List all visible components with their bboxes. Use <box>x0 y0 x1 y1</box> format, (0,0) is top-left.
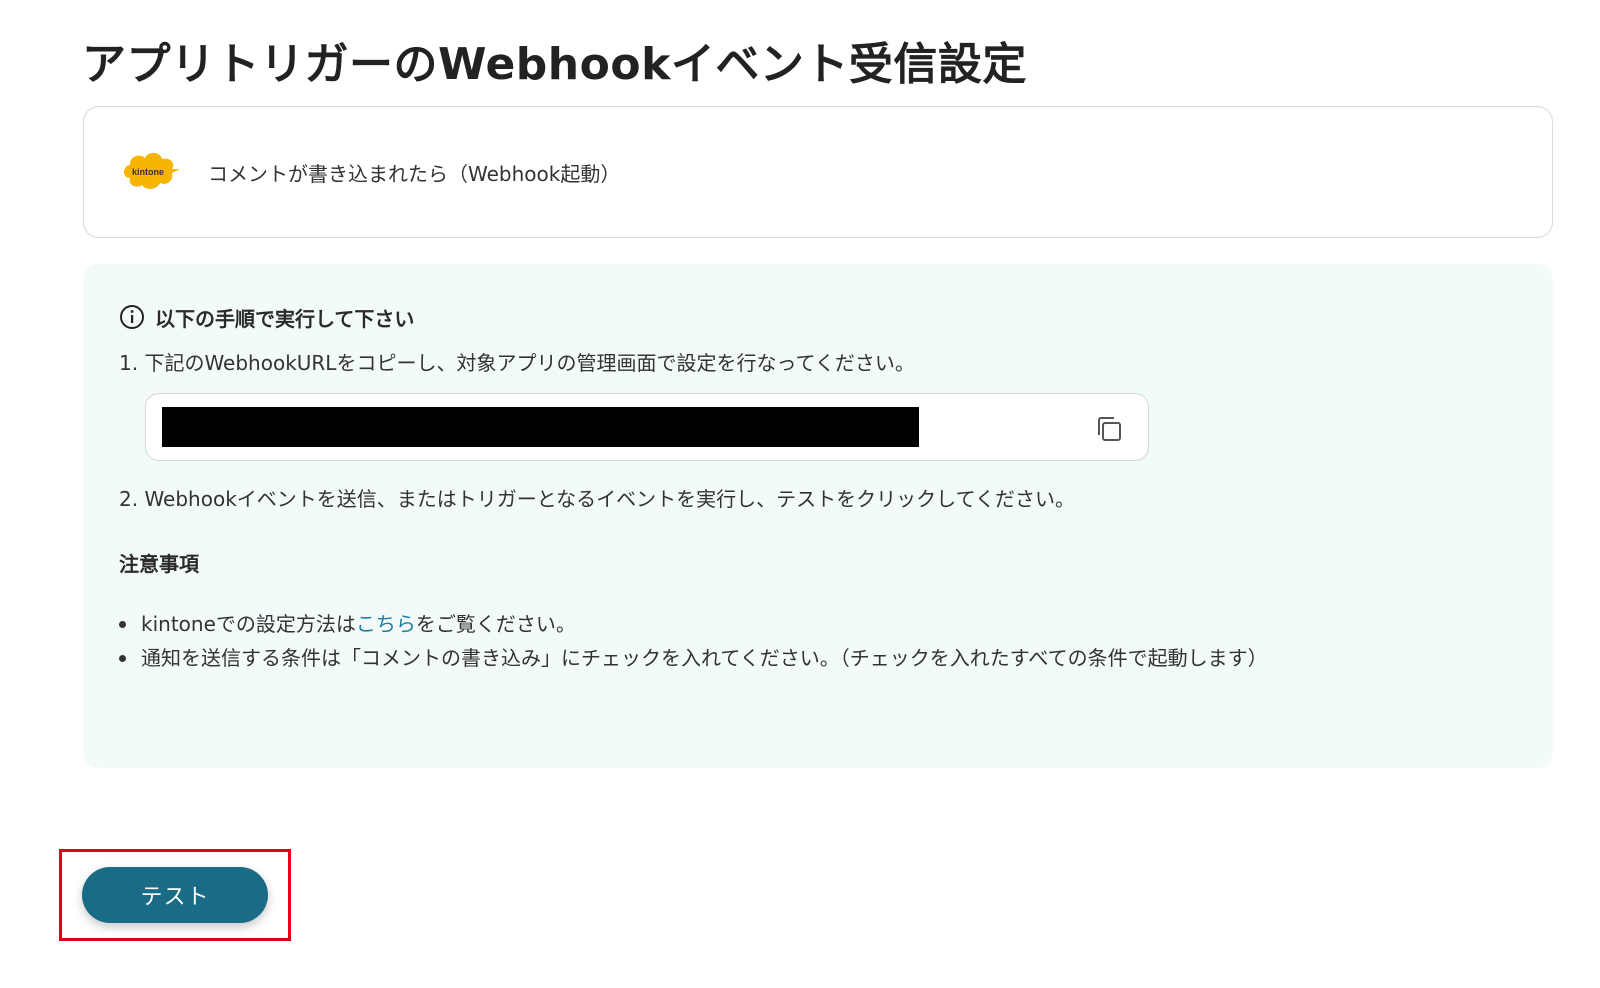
trigger-card: kintone コメントが書き込まれたら（Webhook起動） <box>83 106 1553 238</box>
step-1-text: 1. 下記のWebhookURLをコピーし、対象アプリの管理画面で設定を行なって… <box>119 351 915 375</box>
instructions-heading-text: 以下の手順で実行して下さい <box>155 306 415 331</box>
setup-guide-link[interactable]: こちら <box>356 612 416 636</box>
instructions-panel: 以下の手順で実行して下さい 1. 下記のWebhookURLをコピーし、対象アプ… <box>83 264 1553 768</box>
note-item-condition: 通知を送信する条件は「コメントの書き込み」にチェックを入れてください。（チェック… <box>119 641 1517 675</box>
note1-suffix: をご覧ください。 <box>415 612 576 636</box>
webhook-url-redacted <box>162 407 919 447</box>
kintone-logo: kintone <box>120 148 182 196</box>
note1-prefix: kintoneでの設定方法は <box>141 612 356 636</box>
notes-heading: 注意事項 <box>119 552 199 576</box>
note-item-setup: kintoneでの設定方法はこちらをご覧ください。 <box>119 607 1517 641</box>
copy-icon[interactable] <box>1094 414 1124 444</box>
webhook-url-field[interactable] <box>145 393 1149 461</box>
notes-list: kintoneでの設定方法はこちらをご覧ください。 通知を送信する条件は「コメン… <box>119 607 1517 675</box>
test-button[interactable]: テスト <box>82 867 268 923</box>
instructions-heading: 以下の手順で実行して下さい <box>119 302 1517 332</box>
kintone-logo-text: kintone <box>131 167 164 177</box>
step-2-text: 2. Webhookイベントを送信、またはトリガーとなるイベントを実行し、テスト… <box>119 487 1075 511</box>
info-icon <box>119 304 145 330</box>
trigger-label: コメントが書き込まれたら（Webhook起動） <box>208 161 621 186</box>
page-title: アプリトリガーのWebhookイベント受信設定 <box>82 39 1027 90</box>
webhook-settings-page: アプリトリガーのWebhookイベント受信設定 kintone コメントが書き込… <box>0 0 1600 988</box>
